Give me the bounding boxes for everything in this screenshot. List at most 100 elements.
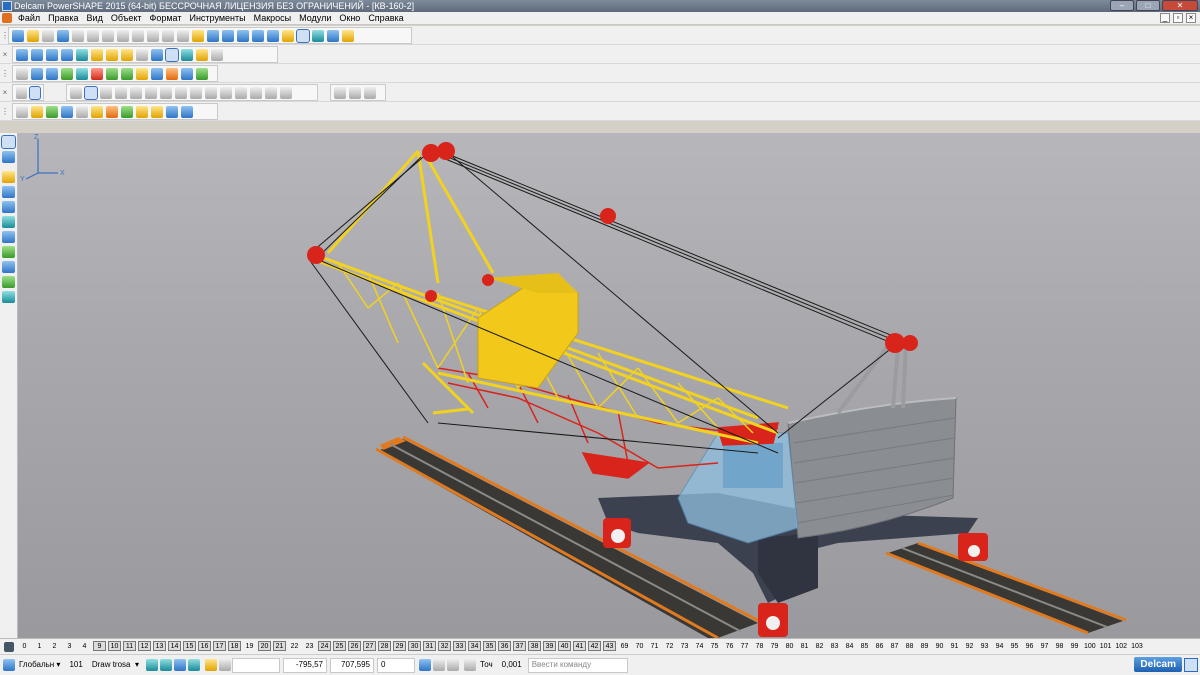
level-button[interactable]: 37 <box>513 641 526 651</box>
level-button[interactable]: 93 <box>978 642 991 652</box>
level-button[interactable]: 78 <box>753 642 766 652</box>
measure-icon[interactable] <box>181 67 193 80</box>
display-mode-5-icon[interactable] <box>130 86 142 99</box>
tolerance-icon[interactable] <box>463 659 476 671</box>
doc-icon[interactable] <box>31 67 43 80</box>
level-button[interactable]: 0 <box>18 642 31 652</box>
save-icon[interactable] <box>57 29 69 42</box>
history-icon[interactable] <box>151 105 163 118</box>
display-mode-13-icon[interactable] <box>250 86 262 99</box>
level-button[interactable]: 90 <box>933 642 946 652</box>
menu-file[interactable]: Файл <box>14 13 44 23</box>
display-mode-11-icon[interactable] <box>220 86 232 99</box>
menu-help[interactable]: Справка <box>364 13 407 23</box>
level-button[interactable]: 36 <box>498 641 511 651</box>
mesh-tools-icon[interactable] <box>2 216 15 228</box>
display-mode-4-icon[interactable] <box>115 86 127 99</box>
menu-edit[interactable]: Правка <box>44 13 82 23</box>
analysis-icon[interactable] <box>166 67 178 80</box>
level-button[interactable]: 92 <box>963 642 976 652</box>
explode-icon[interactable] <box>364 86 376 99</box>
minimize-button[interactable]: – <box>1110 0 1134 11</box>
mdi-minimize-button[interactable]: _ <box>1160 13 1170 23</box>
render-icon[interactable] <box>106 67 118 80</box>
display-mode-9-icon[interactable] <box>190 86 202 99</box>
level-button[interactable]: 3 <box>63 642 76 652</box>
level-button[interactable]: 86 <box>873 642 886 652</box>
level-button[interactable]: 91 <box>948 642 961 652</box>
level-button[interactable]: 72 <box>663 642 676 652</box>
sphere-icon[interactable] <box>61 67 73 80</box>
level-button[interactable]: 76 <box>723 642 736 652</box>
redo-icon[interactable] <box>162 29 174 42</box>
light-icon[interactable] <box>196 48 208 61</box>
level-button[interactable]: 42 <box>588 641 601 651</box>
level-button[interactable]: 88 <box>903 642 916 652</box>
assembly-icon[interactable] <box>136 67 148 80</box>
level-button[interactable]: 11 <box>123 641 136 651</box>
level-button[interactable]: 84 <box>843 642 856 652</box>
select-cursor-icon[interactable] <box>1 135 16 149</box>
level-button[interactable]: 75 <box>708 642 721 652</box>
open-file-icon[interactable] <box>27 29 39 42</box>
display-mode-2-icon[interactable] <box>84 85 98 100</box>
level-button[interactable]: 89 <box>918 642 931 652</box>
level-button[interactable]: 85 <box>858 642 871 652</box>
solid-tools-icon[interactable] <box>2 201 15 213</box>
toolbar-grip[interactable]: ⋮ <box>1 67 9 80</box>
play-icon[interactable] <box>121 67 133 80</box>
level-button[interactable]: 19 <box>243 642 256 652</box>
copy-icon[interactable] <box>102 29 114 42</box>
level-button[interactable]: 17 <box>213 641 226 651</box>
electrode-tools-icon[interactable] <box>2 276 15 288</box>
new-file-icon[interactable] <box>12 29 24 42</box>
workplane-icon[interactable] <box>2 151 15 163</box>
level-button[interactable]: 33 <box>453 641 466 651</box>
zoom-fit-icon[interactable] <box>136 48 148 61</box>
level-button[interactable]: 101 <box>1099 642 1113 652</box>
shaded-active-icon[interactable] <box>165 47 179 62</box>
pattern-icon[interactable] <box>121 105 133 118</box>
toolbar-close-icon[interactable]: × <box>1 86 9 99</box>
curve-icon[interactable] <box>252 29 264 42</box>
wire-shade-icon[interactable] <box>181 48 193 61</box>
transform-icon[interactable] <box>76 67 88 80</box>
zoom-out-icon[interactable] <box>121 48 133 61</box>
display-mode-14-icon[interactable] <box>265 86 277 99</box>
wire-tools-icon[interactable] <box>2 171 15 183</box>
clip-icon[interactable] <box>349 86 361 99</box>
level-button[interactable]: 74 <box>693 642 706 652</box>
document-icon[interactable] <box>2 13 12 23</box>
workplane-status-icon[interactable] <box>3 659 15 671</box>
level-button[interactable]: 38 <box>528 641 541 651</box>
display-mode-6-icon[interactable] <box>145 86 157 99</box>
level-button[interactable]: 83 <box>828 642 841 652</box>
menu-view[interactable]: Вид <box>83 13 107 23</box>
model-icon[interactable] <box>46 67 58 80</box>
surface-tools-icon[interactable] <box>2 186 15 198</box>
relative-coord-icon[interactable] <box>432 659 445 671</box>
level-button[interactable]: 29 <box>393 641 406 651</box>
level-button[interactable]: 21 <box>273 641 286 651</box>
section-icon[interactable] <box>334 86 346 99</box>
intelligent-cursor-icon[interactable] <box>204 659 217 671</box>
level-button[interactable]: 97 <box>1038 642 1051 652</box>
level-button[interactable]: 80 <box>783 642 796 652</box>
level-button[interactable]: 69 <box>618 642 631 652</box>
level-button[interactable]: 23 <box>303 642 316 652</box>
grid-icon[interactable] <box>218 659 231 671</box>
level-button[interactable]: 24 <box>318 641 331 651</box>
zoom-icon[interactable] <box>91 48 103 61</box>
mdi-restore-button[interactable]: ▫ <box>1173 13 1183 23</box>
line-icon[interactable] <box>207 29 219 42</box>
menu-format[interactable]: Формат <box>146 13 186 23</box>
graphics-viewport[interactable]: X Z Y <box>18 133 1200 638</box>
level-button[interactable]: 77 <box>738 642 751 652</box>
layer-snap-icon[interactable] <box>187 659 200 671</box>
level-button[interactable]: 2 <box>48 642 61 652</box>
chamfer-icon[interactable] <box>106 105 118 118</box>
level-button[interactable]: 30 <box>408 641 421 651</box>
tree-icon[interactable] <box>136 105 148 118</box>
level-button[interactable]: 96 <box>1023 642 1036 652</box>
close-button[interactable]: ✕ <box>1162 0 1198 11</box>
